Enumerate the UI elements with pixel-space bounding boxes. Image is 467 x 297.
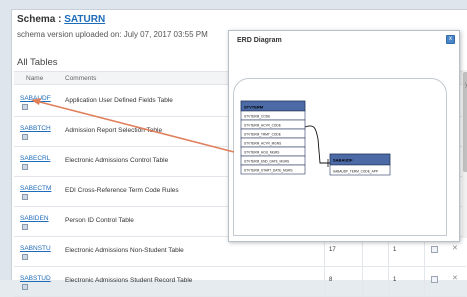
arrowhead [31, 98, 41, 105]
annotation-arrow [31, 98, 235, 153]
erd-icon[interactable] [22, 284, 28, 290]
arrow-line [35, 100, 235, 153]
window-frame: Schema : SATURN schema version uploaded … [0, 0, 467, 297]
